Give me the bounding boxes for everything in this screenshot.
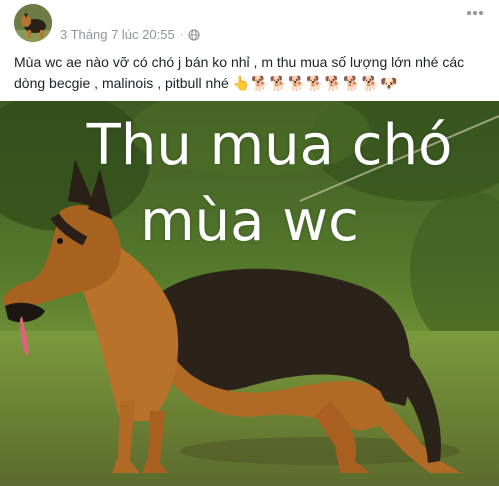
post-message: Mùa wc ae nào vỡ có chó j bán ko nhỉ , m…: [14, 52, 484, 94]
more-dot: [479, 11, 483, 15]
more-dot: [467, 11, 471, 15]
message-line-2: dòng becgie , malinois , pitbull nhé 👆🐕🐕…: [14, 73, 484, 94]
globe-icon[interactable]: [188, 28, 200, 41]
more-options-icon[interactable]: [465, 6, 485, 20]
message-line-2-text: dòng becgie , malinois , pitbull nhé: [14, 75, 229, 91]
meta-separator: ·: [179, 28, 184, 41]
post-photo[interactable]: Thu mua chó mùa wc: [0, 101, 499, 486]
post-meta: 3 Tháng 7 lúc 20:55 ·: [60, 27, 200, 42]
emoji-row: 👆🐕🐕🐕🐕🐕🐕🐕🐶: [232, 75, 399, 91]
feed-post: 3 Tháng 7 lúc 20:55 · Mùa wc ae nào vỡ c…: [0, 0, 499, 486]
message-line-1: Mùa wc ae nào vỡ có chó j bán ko nhỉ , m…: [14, 54, 465, 70]
more-dot: [473, 11, 477, 15]
image-caption-line-1: Thu mua chó: [86, 113, 453, 178]
avatar[interactable]: [14, 4, 52, 42]
dog-avatar-icon: [14, 4, 52, 42]
image-caption-line-2: mùa wc: [140, 189, 359, 254]
post-timestamp[interactable]: 3 Tháng 7 lúc 20:55: [60, 27, 175, 42]
